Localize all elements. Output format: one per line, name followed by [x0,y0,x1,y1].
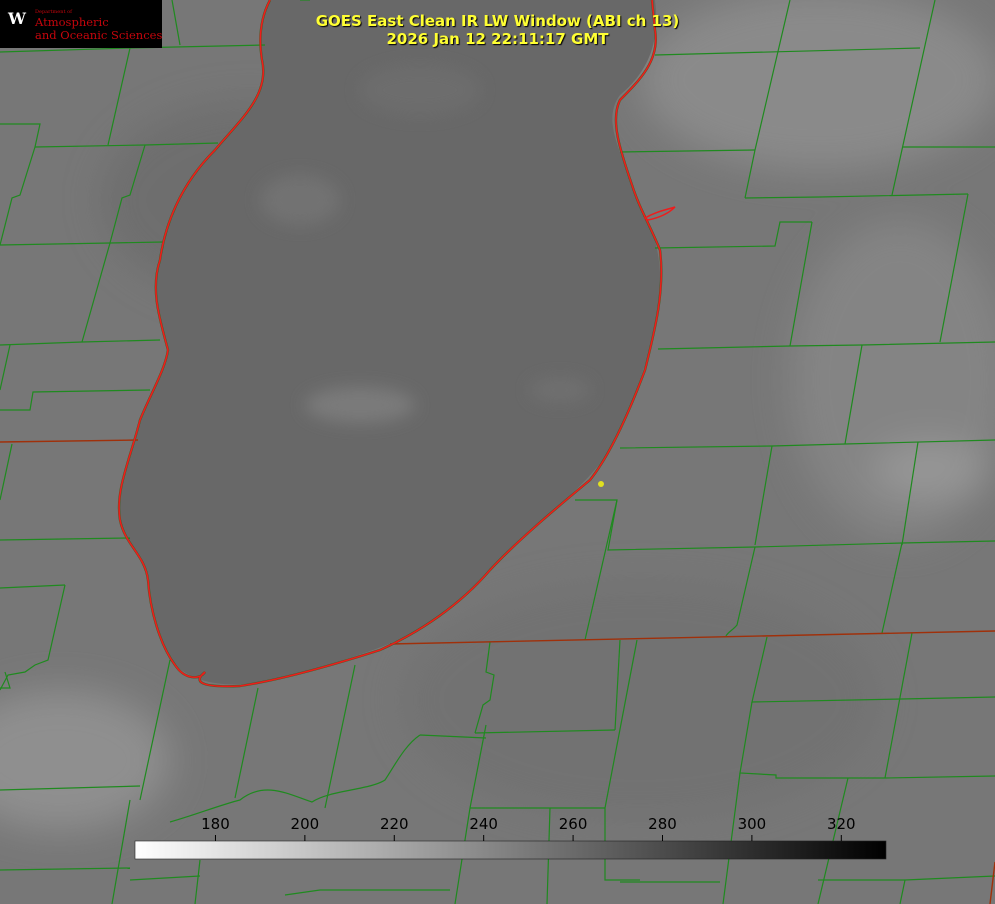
colorbar-tick-label: 320 [826,815,856,833]
location-marker [598,481,604,487]
image-timestamp: 2026 Jan 12 22:11:17 GMT [386,30,609,48]
colorbar-gradient [134,840,887,860]
colorbar-tick-label: 260 [558,815,588,833]
satellite-map [0,0,995,904]
colorbar-tick-label: 200 [290,815,320,833]
colorbar-tick-label: 280 [648,815,677,833]
colorbar-tick-label: 300 [737,815,767,833]
colorbar-tick-label: 240 [469,815,498,833]
ir-imagery [0,0,995,904]
image-title: GOES East Clean IR LW Window (ABI ch 13) [315,12,680,30]
colorbar-tick-label: 220 [379,815,409,833]
colorbar-tick-label: 180 [201,815,230,833]
